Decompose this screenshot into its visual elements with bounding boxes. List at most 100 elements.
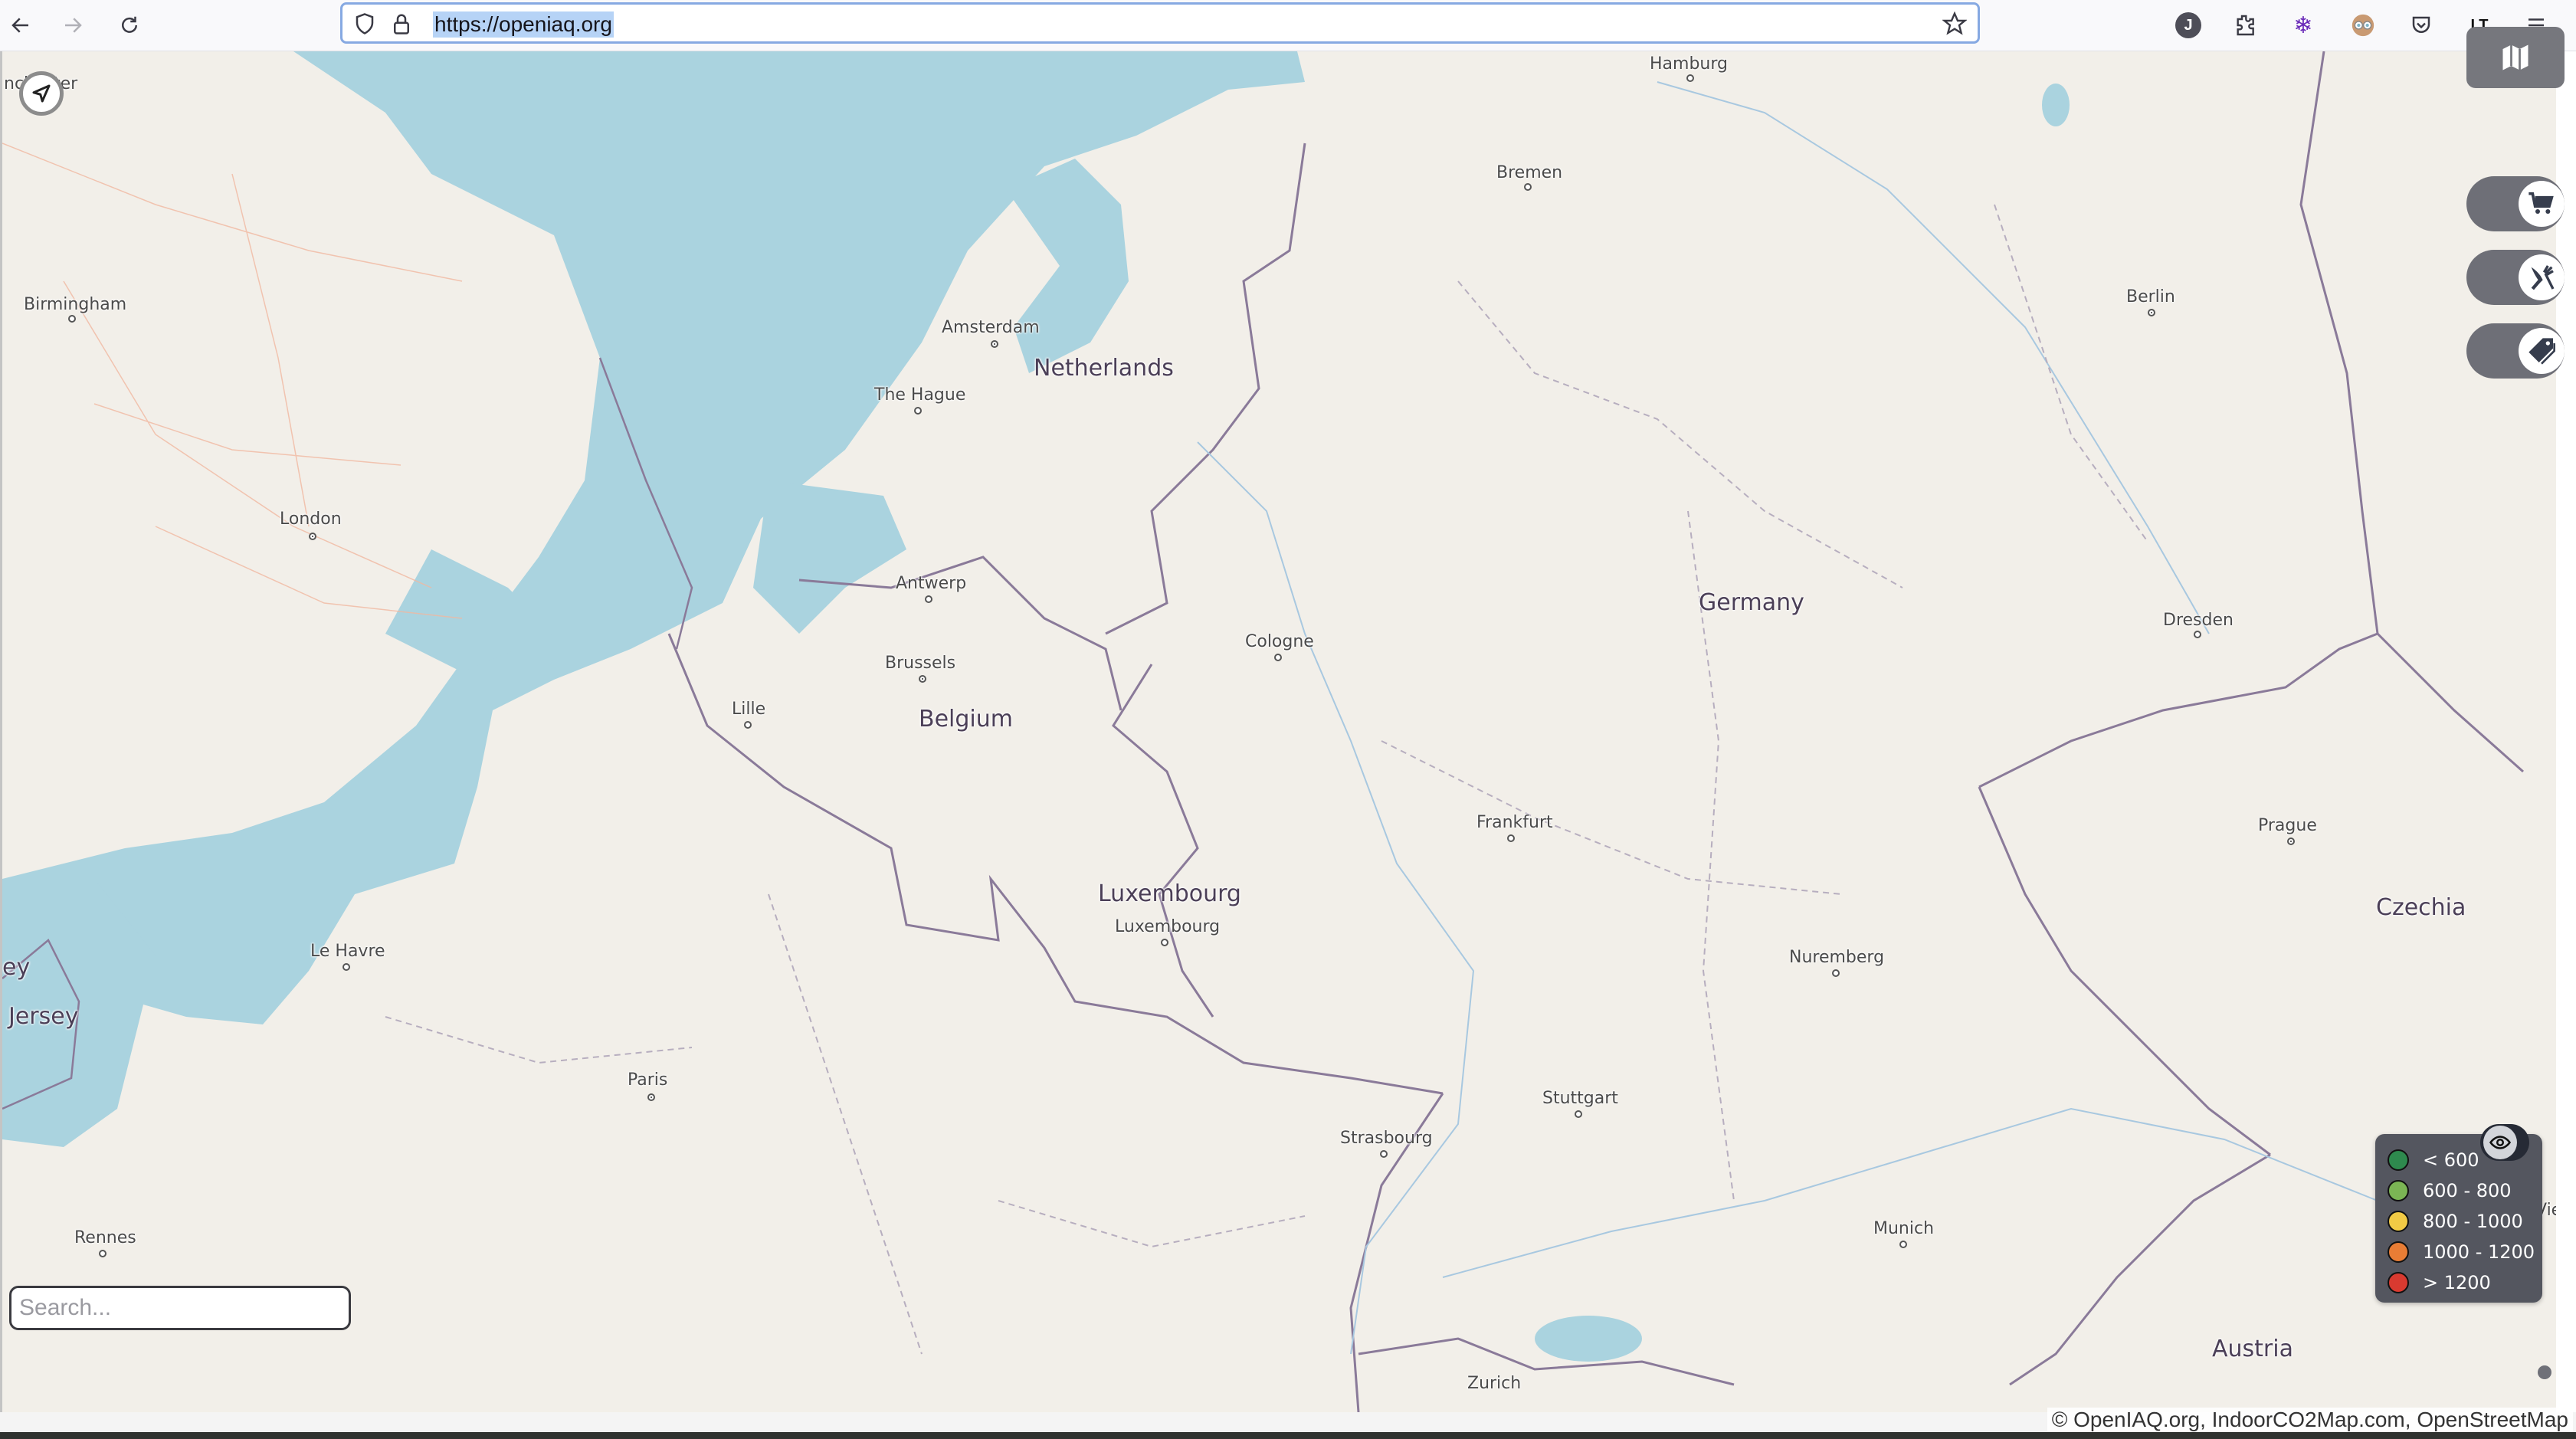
legend-label: 600 - 800 — [2423, 1180, 2512, 1201]
toggle-knob — [2519, 181, 2565, 227]
city-label-london: London — [280, 510, 342, 529]
lake — [2042, 84, 2070, 126]
puzzle-icon — [2237, 15, 2254, 36]
legend-item: 600 - 800 — [2388, 1175, 2542, 1206]
pocket-button[interactable] — [2406, 10, 2437, 41]
legend-label: < 600 — [2423, 1149, 2479, 1171]
snowflake-icon: ❄ — [2293, 12, 2313, 38]
legend-swatch-green-dark — [2388, 1149, 2409, 1171]
map-layers-button[interactable] — [2466, 27, 2565, 88]
map-base-layer — [2, 51, 2524, 1412]
shopping-cart-icon — [2528, 192, 2554, 214]
toggle-knob — [2519, 328, 2565, 374]
city-marker — [342, 963, 350, 971]
map-right-strip — [2556, 51, 2576, 1412]
bookmark-star-icon[interactable] — [1942, 11, 1967, 36]
city-label-the-hague: The Hague — [874, 385, 966, 405]
attribution-bar: © OpenIAQ.org, IndoorCO2Map.com, OpenStr… — [0, 1408, 2576, 1432]
legend-visibility-toggle[interactable] — [2480, 1124, 2529, 1161]
window-bottom-edge — [0, 1432, 2576, 1439]
back-arrow-icon — [11, 18, 28, 33]
toggle-tags[interactable] — [2466, 323, 2565, 379]
eye-icon — [2489, 1136, 2512, 1149]
city-marker — [1686, 74, 1694, 82]
city-label-munich: Munich — [1873, 1219, 1935, 1238]
legend-label: > 1200 — [2423, 1272, 2491, 1293]
lake-constance — [1535, 1316, 1642, 1362]
toggle-knob — [2483, 1126, 2517, 1159]
country-label-belgium: Belgium — [919, 706, 1013, 733]
river-elbe — [1657, 81, 2210, 634]
border-be-de — [1112, 664, 1214, 1018]
city-marker — [1575, 1110, 1582, 1118]
legend-item: 1000 - 1200 — [2388, 1237, 2542, 1267]
city-marker — [744, 721, 752, 729]
city-label-antwerp: Antwerp — [896, 574, 967, 593]
toggle-restaurants[interactable] — [2466, 250, 2565, 305]
city-label-frankfurt: Frankfurt — [1476, 813, 1553, 832]
country-label-luxembourg: Luxembourg — [1098, 880, 1241, 907]
border-fr-be — [667, 633, 1444, 1095]
legend-item: > 1200 — [2388, 1267, 2542, 1298]
map-canvas[interactable]: Hamburg Bremen Berlin Birmingham Amsterd… — [0, 51, 2556, 1412]
address-bar[interactable]: https://openiaq.org — [340, 2, 1980, 44]
shield-icon[interactable] — [353, 12, 376, 35]
city-marker — [1832, 969, 1840, 977]
legend-swatch-orange — [2388, 1241, 2409, 1263]
zeeland-delta — [753, 480, 906, 634]
capital-marker — [919, 675, 926, 683]
legend-swatch-green — [2388, 1180, 2409, 1201]
country-label-czechia: Czechia — [2376, 894, 2466, 921]
search-input[interactable] — [9, 1286, 351, 1330]
legend-item: 800 - 1000 — [2388, 1206, 2542, 1237]
toggle-knob — [2519, 254, 2565, 300]
city-label-cologne: Cologne — [1245, 632, 1314, 651]
toggle-shops[interactable] — [2466, 176, 2565, 231]
legend-swatch-yellow — [2388, 1211, 2409, 1232]
city-marker — [1524, 183, 1532, 191]
attribution-text[interactable]: © OpenIAQ.org, IndoorCO2Map.com, OpenStr… — [2047, 1408, 2573, 1432]
country-label-jersey: Jersey — [8, 1003, 79, 1030]
city-marker — [68, 315, 76, 323]
city-label-zurich: Zurich — [1467, 1374, 1522, 1393]
city-label-berlin: Berlin — [2126, 287, 2175, 306]
map-marker-dot[interactable] — [2538, 1365, 2551, 1379]
snowflake-extension-button[interactable]: ❄ — [2288, 10, 2319, 41]
border-nl-de — [1105, 143, 1306, 635]
city-marker — [1507, 834, 1515, 842]
england-roads — [2, 143, 463, 619]
city-label-birmingham: Birmingham — [24, 295, 127, 314]
city-label-brussels: Brussels — [885, 654, 956, 673]
capital-marker — [647, 1093, 655, 1101]
lock-icon[interactable] — [390, 12, 413, 35]
back-button[interactable] — [3, 8, 38, 43]
city-marker — [1274, 654, 1282, 661]
locate-me-button[interactable] — [19, 71, 64, 116]
legend-label: 1000 - 1200 — [2423, 1241, 2535, 1263]
city-label-hamburg: Hamburg — [1650, 54, 1728, 74]
city-label-amsterdam: Amsterdam — [942, 318, 1040, 337]
profile-avatar-icon: J — [2175, 12, 2201, 38]
fork-knife-icon — [2531, 265, 2555, 290]
city-label-lille: Lille — [732, 700, 766, 719]
country-label-guernsey-partial: ey — [2, 954, 31, 981]
price-tag-icon — [2528, 338, 2555, 365]
border-de-cz-south — [1978, 786, 2271, 1156]
border-de-cz — [1978, 632, 2524, 788]
city-marker — [914, 407, 922, 415]
profile-button[interactable]: J — [2173, 10, 2204, 41]
forward-button[interactable] — [55, 8, 90, 43]
url-text[interactable]: https://openiaq.org — [433, 11, 614, 38]
city-label-stuttgart: Stuttgart — [1542, 1089, 1618, 1108]
country-label-austria: Austria — [2212, 1336, 2293, 1362]
city-label-le-havre: Le Havre — [310, 942, 385, 961]
forward-arrow-icon — [65, 18, 82, 33]
legend-label: 800 - 1000 — [2423, 1211, 2523, 1232]
capital-marker — [2148, 309, 2155, 316]
city-marker — [1899, 1241, 1907, 1248]
reload-icon — [122, 16, 137, 33]
reload-button[interactable] — [112, 8, 147, 43]
city-marker — [925, 595, 932, 603]
glasses-extension-button[interactable] — [2348, 10, 2378, 41]
extensions-button[interactable] — [2230, 10, 2260, 41]
